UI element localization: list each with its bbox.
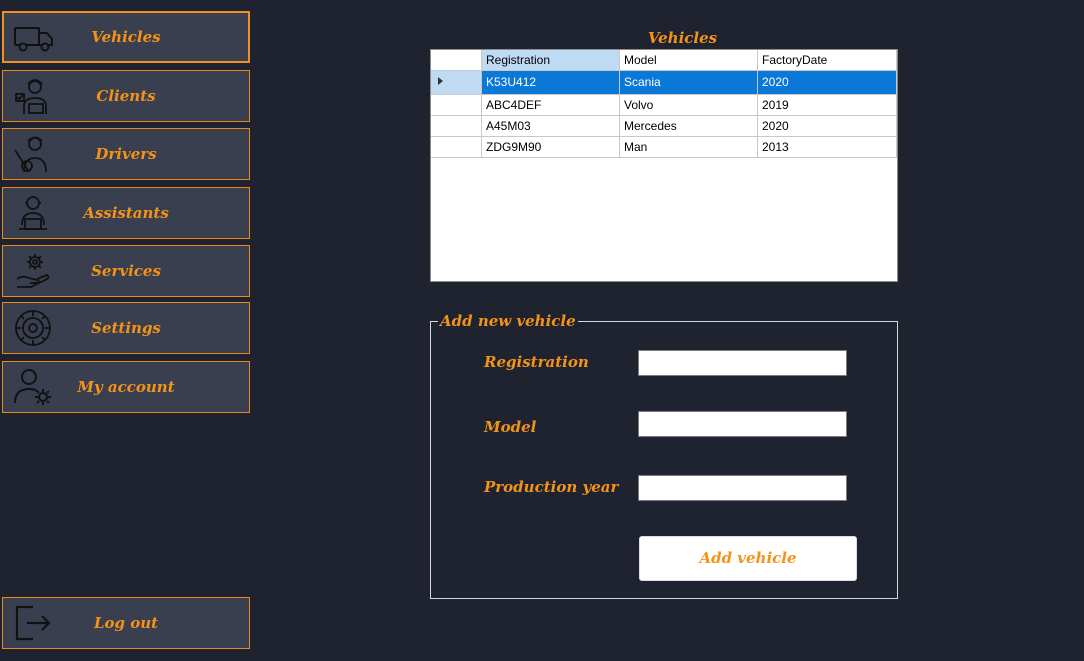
nav-settings-button[interactable]: Settings [2,302,250,354]
model-input[interactable] [638,411,847,437]
column-header-factorydate[interactable]: FactoryDate [757,50,897,71]
nav-vehicles-button[interactable]: Vehicles [2,11,250,63]
nav-vehicles-label: Vehicles [91,28,161,46]
production-year-label: Production year [484,478,619,496]
cell-factorydate[interactable]: 2013 [757,136,897,158]
table-row[interactable]: ZDG9M90 Man 2013 [431,136,897,158]
column-header-model[interactable]: Model [619,50,758,71]
row-header[interactable] [431,115,482,137]
row-header[interactable] [431,136,482,158]
logout-label: Log out [93,614,159,632]
cell-model[interactable]: Man [619,136,758,158]
production-year-input[interactable] [638,475,847,501]
cell-model[interactable]: Volvo [619,94,758,116]
cell-factorydate[interactable]: 2020 [757,70,897,95]
row-header[interactable] [431,94,482,116]
registration-label: Registration [484,353,589,371]
grid-corner-header[interactable] [431,50,482,71]
nav-clients-label: Clients [96,87,156,105]
grid-title: Vehicles [647,29,718,47]
logout-button[interactable]: Log out [2,597,250,649]
nav-services-button[interactable]: Services [2,245,250,297]
current-row-arrow-icon [438,76,443,85]
cell-model[interactable]: Scania [619,70,758,95]
nav-clients-button[interactable]: Clients [2,70,250,122]
nav-settings-label: Settings [91,319,161,337]
table-row[interactable]: A45M03 Mercedes 2020 [431,115,897,137]
cell-factorydate[interactable]: 2020 [757,115,897,137]
nav-drivers-label: Drivers [95,145,157,163]
vehicles-grid[interactable]: Registration Model FactoryDate K53U412 S… [430,49,898,282]
table-row[interactable]: ABC4DEF Volvo 2019 [431,94,897,116]
column-header-registration[interactable]: Registration [481,50,620,71]
cell-model[interactable]: Mercedes [619,115,758,137]
cell-registration[interactable]: K53U412 [481,70,620,95]
model-label: Model [484,418,537,436]
add-vehicle-button[interactable]: Add vehicle [639,536,857,581]
cell-registration[interactable]: A45M03 [481,115,620,137]
cell-factorydate[interactable]: 2019 [757,94,897,116]
nav-assistants-label: Assistants [83,204,169,222]
add-vehicle-legend: Add new vehicle [438,312,578,330]
nav-services-label: Services [91,262,161,280]
cell-registration[interactable]: ABC4DEF [481,94,620,116]
nav-my-account-label: My account [77,378,175,396]
nav-my-account-button[interactable]: My account [2,361,250,413]
cell-registration[interactable]: ZDG9M90 [481,136,620,158]
nav-drivers-button[interactable]: Drivers [2,128,250,180]
nav-assistants-button[interactable]: Assistants [2,187,250,239]
registration-input[interactable] [638,350,847,376]
table-row[interactable]: K53U412 Scania 2020 [431,70,897,95]
row-header-selected[interactable] [431,70,482,95]
